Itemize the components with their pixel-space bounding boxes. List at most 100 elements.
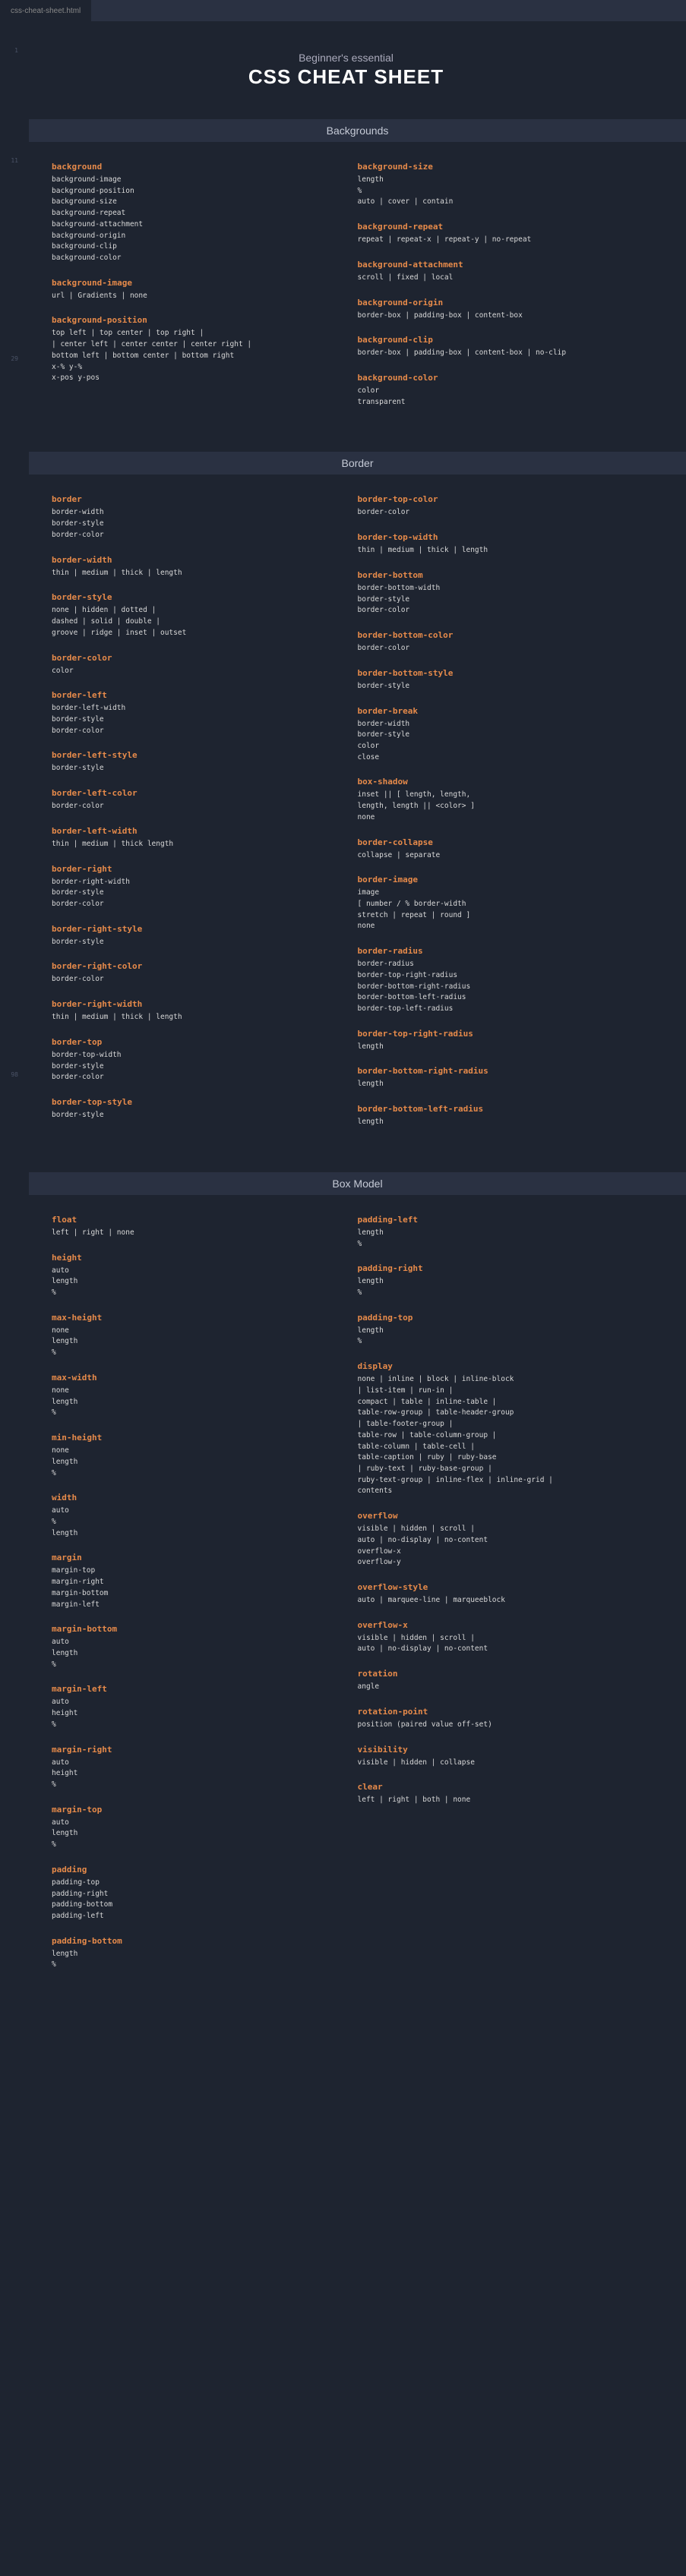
property-values: left | right | both | none xyxy=(358,1795,641,1806)
property-block: border-break border-width border-style co… xyxy=(358,706,641,764)
property-values: length % xyxy=(358,1228,641,1250)
property-values: border-box | padding-box | content-box xyxy=(358,311,641,322)
property-block: border-imageimage [ number / % border-wi… xyxy=(358,875,641,932)
property-values: border-color xyxy=(358,507,641,519)
property-block: overflowvisible | hidden | scroll | auto… xyxy=(358,1511,641,1569)
property-block: margin-leftauto height % xyxy=(52,1684,335,1730)
property-block: border-stylenone | hidden | dotted | das… xyxy=(52,592,335,638)
property-block: overflow-xvisible | hidden | scroll | au… xyxy=(358,1620,641,1655)
property-block: border-topborder-top-width border-style … xyxy=(52,1037,335,1083)
property-values: collapse | separate xyxy=(358,850,641,862)
property-name: border-top-color xyxy=(358,494,641,504)
property-block: border-left-styleborder-style xyxy=(52,750,335,774)
property-values: none | inline | block | inline-block | l… xyxy=(358,1374,641,1497)
property-values: none length % xyxy=(52,1386,335,1419)
property-name: border-right-width xyxy=(52,999,335,1009)
property-values: scroll | fixed | local xyxy=(358,273,641,284)
property-block: border-top-color border-color xyxy=(358,494,641,519)
property-name: width xyxy=(52,1493,335,1502)
property-values: auto length % xyxy=(52,1637,335,1670)
property-name: border-left xyxy=(52,690,335,700)
editor-pane: 1 11 29 98 xyxy=(0,21,686,2045)
property-name: border-left-width xyxy=(52,826,335,836)
property-name: margin-top xyxy=(52,1805,335,1815)
property-block: rotation-pointposition (paired value off… xyxy=(358,1707,641,1731)
property-name: rotation xyxy=(358,1669,641,1679)
property-name: background-clip xyxy=(358,335,641,345)
property-name: background-attachment xyxy=(358,260,641,270)
property-values: color transparent xyxy=(358,386,641,408)
property-block: margin-rightauto height % xyxy=(52,1745,335,1791)
property-name: border-width xyxy=(52,555,335,565)
section: Box Modelfloatleft | right | noneheighta… xyxy=(52,1172,640,1985)
property-values: border-left-width border-style border-co… xyxy=(52,703,335,736)
document-content: Beginner's essential CSS CHEAT SHEET Bac… xyxy=(29,21,686,2045)
property-block: background-origin border-box | padding-bo… xyxy=(358,298,641,322)
header-title: CSS CHEAT SHEET xyxy=(52,65,640,89)
property-name: display xyxy=(358,1361,641,1371)
property-name: background-image xyxy=(52,278,335,288)
property-values: border-style xyxy=(52,763,335,774)
property-block: border-bottom-style border-style xyxy=(358,668,641,692)
property-values: length xyxy=(358,1042,641,1053)
property-block: max-heightnone length % xyxy=(52,1313,335,1359)
property-name: border-bottom-style xyxy=(358,668,641,678)
property-block: padding-left length % xyxy=(358,1215,641,1250)
property-values: thin | medium | thick | length xyxy=(358,545,641,557)
property-block: border-left border-left-width border-styl… xyxy=(52,690,335,736)
property-values: padding-top padding-right padding-bottom… xyxy=(52,1878,335,1922)
property-values: background-image background-position bac… xyxy=(52,175,335,264)
property-name: background-size xyxy=(358,162,641,172)
property-name: border-break xyxy=(358,706,641,716)
property-name: clear xyxy=(358,1782,641,1792)
property-block: padding-toplength % xyxy=(358,1313,641,1348)
property-block: border-radiusborder-radius border-top-ri… xyxy=(358,946,641,1015)
property-name: box-shadow xyxy=(358,777,641,787)
property-values: visible | hidden | scroll | auto | no-di… xyxy=(358,1633,641,1655)
property-name: border-radius xyxy=(358,946,641,956)
property-values: auto % length xyxy=(52,1506,335,1539)
property-block: display none | inline | block | inline-bl… xyxy=(358,1361,641,1497)
property-values: border-style xyxy=(358,681,641,692)
property-block: background-attachment scroll | fixed | lo… xyxy=(358,260,641,284)
property-block: border-left-width thin | medium | thick l… xyxy=(52,826,335,850)
property-values: border-width border-style color close xyxy=(358,719,641,764)
property-block: border-right-colorborder-color xyxy=(52,961,335,985)
property-name: border-collapse xyxy=(358,837,641,847)
property-values: thin | medium | thick | length xyxy=(52,1012,335,1023)
tab-bar: css-cheat-sheet.html xyxy=(0,0,686,21)
property-block: heightauto length % xyxy=(52,1253,335,1299)
property-block: border-colorcolor xyxy=(52,653,335,677)
property-values: repeat | repeat-x | repeat-y | no-repeat xyxy=(358,235,641,246)
property-name: border-left-color xyxy=(52,788,335,798)
property-name: border-image xyxy=(358,875,641,884)
property-name: padding-left xyxy=(358,1215,641,1225)
property-values: length % xyxy=(358,1326,641,1348)
property-block: border-bottom-right-radiuslength xyxy=(358,1066,641,1090)
property-values: auto | marquee-line | marqueeblock xyxy=(358,1595,641,1606)
property-values: border-right-width border-style border-c… xyxy=(52,877,335,910)
property-values: border-color xyxy=(358,643,641,654)
property-values: thin | medium | thick length xyxy=(52,839,335,850)
property-name: background xyxy=(52,162,335,172)
property-block: box-shadowinset || [ length, length, len… xyxy=(358,777,641,823)
property-name: padding-right xyxy=(358,1263,641,1273)
property-name: padding-bottom xyxy=(52,1936,335,1946)
property-name: border-right xyxy=(52,864,335,874)
property-name: rotation-point xyxy=(358,1707,641,1717)
property-block: border-left-color border-color xyxy=(52,788,335,812)
property-block: border-top-widththin | medium | thick | … xyxy=(358,532,641,557)
property-values: border-color xyxy=(52,801,335,812)
property-block: min-heightnone length % xyxy=(52,1433,335,1479)
header-subtitle: Beginner's essential xyxy=(52,52,640,64)
property-block: rotationangle xyxy=(358,1669,641,1693)
property-block: border-collapse collapse | separate xyxy=(358,837,641,862)
column-left: floatleft | right | noneheightauto lengt… xyxy=(52,1215,335,1985)
property-values: top left | top center | top right | | ce… xyxy=(52,328,335,384)
property-name: float xyxy=(52,1215,335,1225)
property-name: overflow-style xyxy=(358,1582,641,1592)
property-block: margin-topauto length % xyxy=(52,1805,335,1851)
property-name: background-origin xyxy=(358,298,641,307)
file-tab[interactable]: css-cheat-sheet.html xyxy=(0,0,91,21)
property-values: border-style xyxy=(52,1110,335,1121)
